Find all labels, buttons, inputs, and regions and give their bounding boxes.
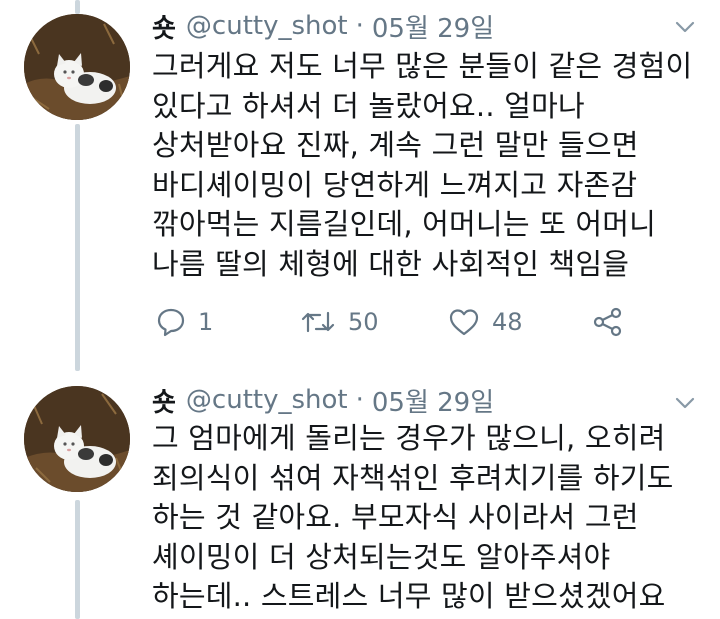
tweet-text-line: 상처받아요 진짜, 계속 그런 말만 들으면	[152, 128, 639, 162]
reply-icon	[157, 308, 185, 337]
tweet-text-line: 하는데.. 스트레스 너무 많이 받으셨겠어요	[152, 579, 666, 613]
like-button[interactable]: 48	[448, 302, 523, 342]
tweet[interactable]: 숏 @cutty_shot · 05월 29일 그 엄마에게 돌리는 경우가 많…	[0, 370, 720, 619]
separator-dot: ·	[355, 385, 364, 415]
retweet-count: 50	[348, 308, 379, 336]
retweet-icon	[301, 311, 335, 333]
tweet-text-line: 나름 딸의 체형에 대한 사회적인 책임을	[152, 246, 630, 281]
share-icon	[593, 307, 622, 337]
tweet-actions: 1 50 48	[152, 302, 652, 342]
tweet-text-line: 있다고 하셔서 더 놀랐어요.. 얼마나	[152, 88, 585, 123]
tweet-header: 숏 @cutty_shot · 05월 29일	[152, 382, 494, 419]
tweet[interactable]: 숏 @cutty_shot · 05월 29일 그러게요 저도 너무 많은 분들…	[0, 0, 720, 360]
heart-icon	[449, 309, 479, 336]
cat-avatar-icon	[24, 14, 130, 120]
tweet-date[interactable]: 05월 29일	[372, 8, 494, 45]
display-name[interactable]: 숏	[152, 382, 176, 419]
tweet-text-line: 그 엄마에게 돌리는 경우가 많으니, 오히려	[152, 421, 666, 455]
tweet-text-line: 바디셰이밍이 당연하게 느껴지고 자존감	[152, 167, 638, 202]
display-name[interactable]: 숏	[152, 8, 176, 45]
reply-button[interactable]: 1	[156, 302, 213, 342]
avatar[interactable]	[24, 386, 130, 492]
tweet-text-line: 죄의식이 섞여 자책섞인 후려치기를 하기도	[152, 460, 674, 495]
avatar[interactable]	[24, 14, 130, 120]
user-handle[interactable]: @cutty_shot	[186, 11, 348, 41]
tweet-text-line: 깎아먹는 지름길인데, 어머니는 또 어머니	[152, 207, 657, 241]
chevron-down-icon[interactable]	[672, 390, 698, 416]
tweet-header: 숏 @cutty_shot · 05월 29일	[152, 8, 494, 45]
separator-dot: ·	[355, 11, 364, 41]
tweet-text-line: 하는 것 같아요. 부모자식 사이라서 그런	[152, 500, 639, 534]
tweet-date[interactable]: 05월 29일	[372, 382, 494, 419]
share-button[interactable]	[592, 302, 624, 342]
chevron-down-icon[interactable]	[672, 14, 698, 40]
tweet-text-line: 셰이밍이 더 상처되는것도 알아주셔야	[152, 539, 611, 574]
tweet-text: 그 엄마에게 돌리는 경우가 많으니, 오히려 죄의식이 섞여 자책섞인 후려치…	[152, 419, 712, 617]
tweet-text-line: 그러게요 저도 너무 많은 분들이 같은 경험이	[152, 49, 693, 83]
tweet-text: 그러게요 저도 너무 많은 분들이 같은 경험이 있다고 하셔서 더 놀랐어요.…	[152, 47, 712, 284]
cat-avatar-icon	[24, 386, 130, 492]
user-handle[interactable]: @cutty_shot	[186, 385, 348, 415]
reply-count: 1	[198, 308, 214, 336]
like-count: 48	[492, 308, 523, 336]
retweet-button[interactable]: 50	[300, 302, 379, 342]
